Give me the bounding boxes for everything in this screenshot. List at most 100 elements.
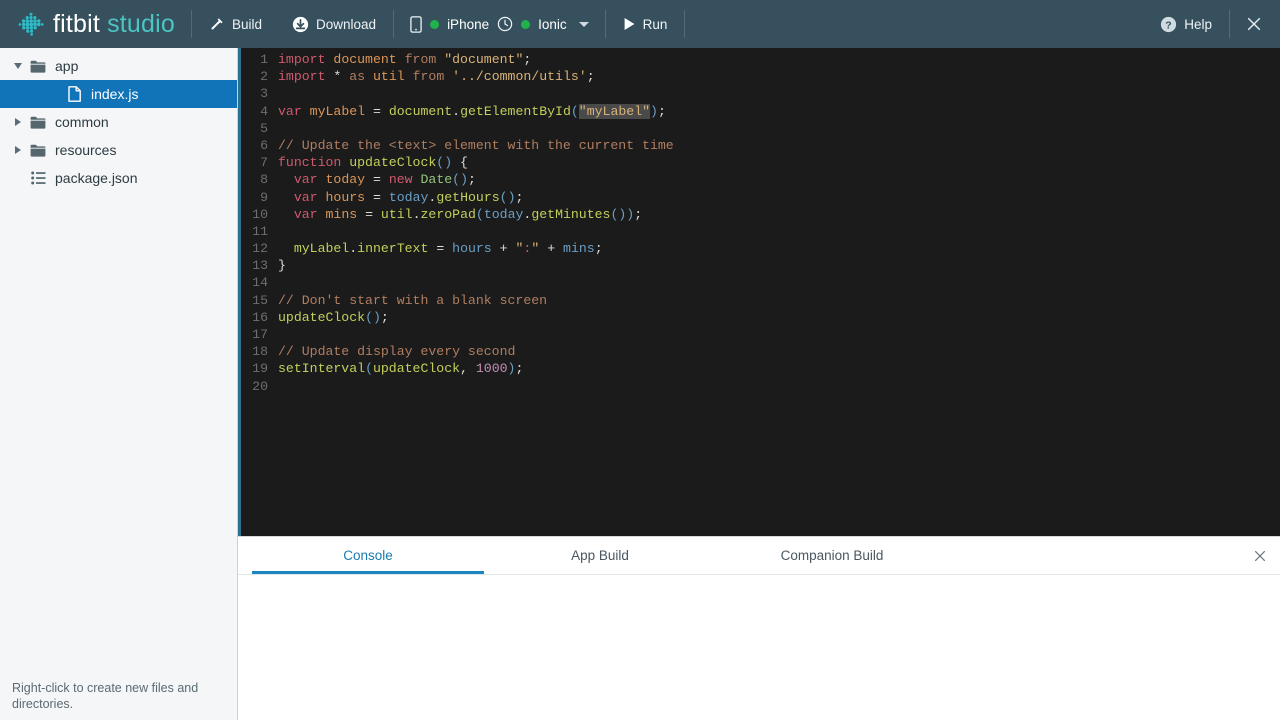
close-window-button[interactable] xyxy=(1232,0,1280,48)
code-line: 1 import document from "document"; xyxy=(238,51,674,68)
tree-item-index-js[interactable]: index.js xyxy=(0,80,237,108)
tree-item-label: index.js xyxy=(91,86,139,102)
code-line: 14 xyxy=(238,274,674,291)
code-line: 15 // Don't start with a blank screen xyxy=(238,292,674,309)
line-number: 19 xyxy=(252,361,268,377)
line-number: 9 xyxy=(260,189,268,205)
svg-text:?: ? xyxy=(1166,19,1172,31)
code-line-text: var today = new Date(); xyxy=(293,172,476,188)
app-logo: fitbit studio xyxy=(0,11,189,37)
chevron-down-icon[interactable] xyxy=(578,21,589,27)
tree-item-label: app xyxy=(55,58,79,74)
code-line: 7 function updateClock() { xyxy=(238,154,674,171)
tree-item-label: common xyxy=(55,114,109,130)
code-line-text: function updateClock() { xyxy=(278,155,468,171)
console-output[interactable] xyxy=(238,575,1280,721)
folder-icon xyxy=(28,144,48,157)
tree-item-resources[interactable]: resources xyxy=(0,136,237,164)
brand-secondary-text: studio xyxy=(107,9,175,38)
code-line-text: var mins = util.zeroPad(today.getMinutes… xyxy=(293,206,643,222)
line-number: 11 xyxy=(252,223,268,239)
code-content[interactable]: 1 import document from "document"; 2 import… xyxy=(238,51,674,395)
phone-status-dot xyxy=(430,19,440,29)
chevron-down-icon[interactable] xyxy=(8,63,28,69)
brand-wordmark: fitbit studio xyxy=(53,9,175,38)
build-button-label: Build xyxy=(231,16,263,32)
line-number: 18 xyxy=(252,344,268,360)
code-line: 9 var hours = today.getHours(); xyxy=(238,189,674,206)
code-line-text: var myLabel = document.getElementById("m… xyxy=(278,103,666,119)
download-button-label: Download xyxy=(316,16,377,32)
line-number: 5 xyxy=(260,120,268,136)
line-number: 17 xyxy=(252,327,268,342)
code-line: 18 // Update display every second xyxy=(238,343,674,360)
code-line: 6 // Update the <text> element with the c… xyxy=(238,137,674,154)
question-circle-icon: ? xyxy=(1160,16,1177,33)
code-line-text: myLabel.innerText = hours + ":" + mins; xyxy=(293,241,603,257)
device-selector[interactable]: iPhone Ionic xyxy=(396,0,603,48)
download-button[interactable]: Download xyxy=(277,0,391,48)
hammer-icon xyxy=(209,16,225,32)
toolbar-divider xyxy=(393,10,395,38)
tree-item-common[interactable]: common xyxy=(0,108,237,136)
line-number: 14 xyxy=(252,275,268,291)
code-line-text: } xyxy=(278,258,286,274)
folder-icon xyxy=(28,116,48,129)
sidebar-hint-text: Right-click to create new files and dire… xyxy=(12,681,199,711)
line-number: 4 xyxy=(260,103,268,119)
code-line-text: var hours = today.getHours(); xyxy=(293,189,524,205)
line-number: 13 xyxy=(252,258,268,274)
code-line: 12 myLabel.innerText = hours + ":" + min… xyxy=(238,240,674,257)
console-panel: Console App Build Companion Build xyxy=(238,536,1280,721)
code-line-text: setInterval(updateClock, 1000); xyxy=(278,361,524,377)
toolbar-divider xyxy=(684,10,686,38)
code-line: 13} xyxy=(238,257,674,274)
tree-item-app[interactable]: app xyxy=(0,52,237,80)
folder-icon xyxy=(28,60,48,73)
console-tab-bar: Console App Build Companion Build xyxy=(238,537,1280,575)
code-line: 20 xyxy=(238,378,674,395)
console-tab-label: Console xyxy=(343,548,393,563)
chevron-right-icon[interactable] xyxy=(8,146,28,154)
run-button-label: Run xyxy=(642,16,668,32)
console-close-button[interactable] xyxy=(1250,546,1270,566)
line-number: 2 xyxy=(260,69,268,85)
code-line: 19 setInterval(updateClock, 1000); xyxy=(238,360,674,377)
clock-icon xyxy=(497,16,513,32)
code-line-text: // Don't start with a blank screen xyxy=(278,292,548,308)
console-tab-companion-build[interactable]: Companion Build xyxy=(716,537,948,574)
line-number: 16 xyxy=(252,309,268,325)
line-number: 1 xyxy=(260,52,268,67)
list-icon xyxy=(28,171,48,185)
close-icon xyxy=(1255,551,1265,561)
help-button[interactable]: ? Help xyxy=(1145,0,1227,48)
console-tab-console[interactable]: Console xyxy=(252,537,484,574)
tree-item-package-json[interactable]: package.json xyxy=(0,164,237,192)
tree-item-label: resources xyxy=(55,142,117,158)
code-line: 17 xyxy=(238,326,674,343)
download-circle-icon xyxy=(292,16,309,33)
toolbar-divider xyxy=(1229,10,1230,38)
play-icon xyxy=(623,17,636,31)
console-tab-app-build[interactable]: App Build xyxy=(484,537,716,574)
run-button[interactable]: Run xyxy=(608,0,683,48)
toolbar-divider xyxy=(190,10,192,38)
console-tab-label: App Build xyxy=(571,548,629,563)
code-line: 16 updateClock(); xyxy=(238,309,674,326)
code-line-text: // Update display every second xyxy=(278,344,516,360)
line-number: 10 xyxy=(252,206,268,222)
close-icon xyxy=(1246,16,1262,32)
device-phone-label: iPhone xyxy=(447,16,490,32)
top-toolbar: fitbit studio Build Download iPhone Ioni… xyxy=(0,0,1280,48)
code-line: 8 var today = new Date(); xyxy=(238,171,674,188)
line-number: 15 xyxy=(252,292,268,308)
tree-item-label: package.json xyxy=(55,170,138,186)
toolbar-divider xyxy=(604,10,606,38)
brand-primary-text: fitbit xyxy=(53,9,101,38)
code-line-text: updateClock(); xyxy=(278,309,389,325)
chevron-right-icon[interactable] xyxy=(8,118,28,126)
code-editor[interactable]: 1 import document from "document"; 2 import… xyxy=(238,48,1280,536)
line-number: 12 xyxy=(252,241,268,257)
file-explorer-sidebar: app index.js common resources package.json R… xyxy=(0,48,238,720)
build-button[interactable]: Build xyxy=(194,0,277,48)
